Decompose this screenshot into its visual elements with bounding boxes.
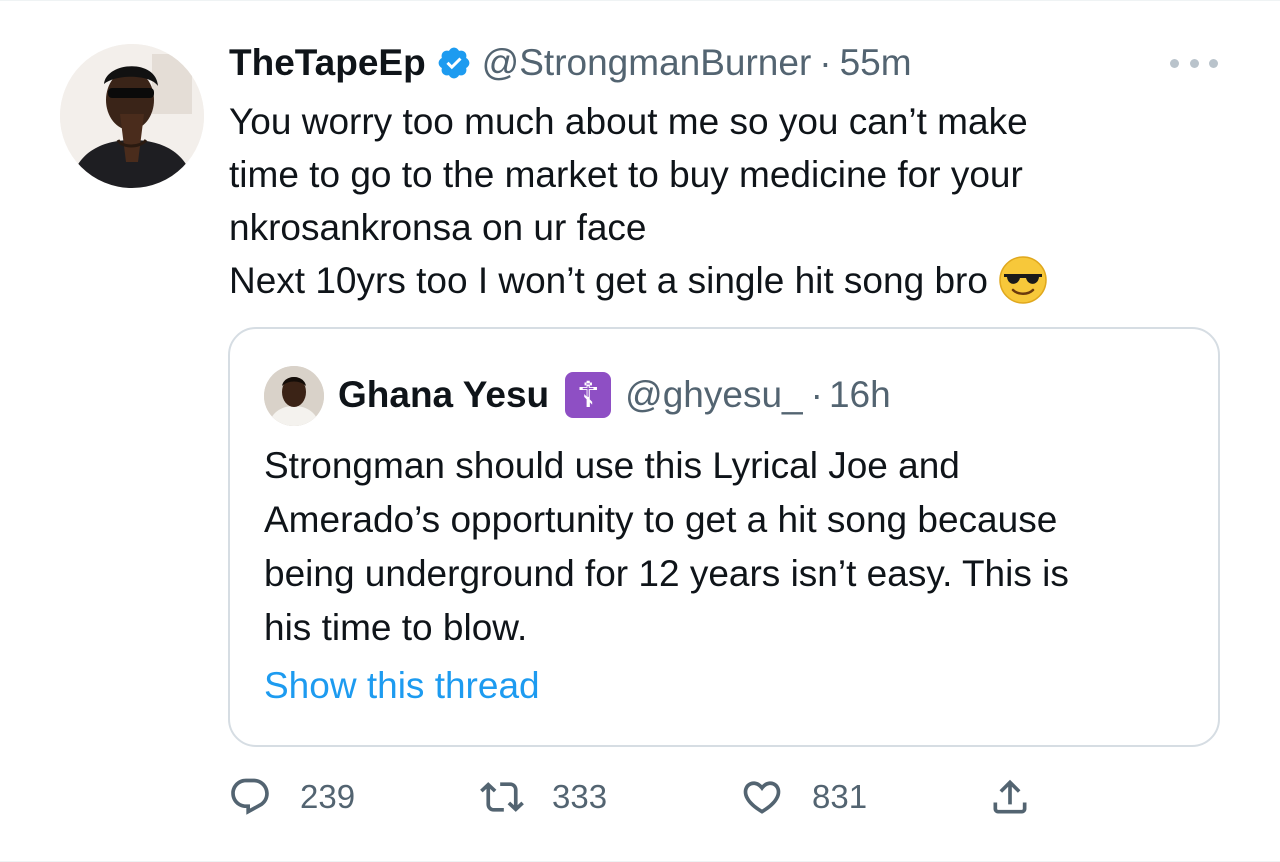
quoted-handle[interactable]: @ghyesu_ — [625, 374, 802, 416]
more-options-icon[interactable] — [1170, 49, 1218, 77]
tweet-actions-bar: 239 333 831 — [228, 771, 1128, 823]
quoted-text-line: his time to blow. — [264, 607, 528, 648]
heart-icon — [743, 781, 781, 814]
tweet-timestamp[interactable]: 55m — [840, 37, 912, 89]
reply-count: 239 — [300, 778, 356, 815]
retweet-count: 333 — [552, 778, 608, 815]
quoted-text-line: Amerado’s opportunity to get a hit song … — [264, 499, 1058, 540]
retweet-icon — [480, 782, 524, 812]
share-icon — [993, 779, 1027, 814]
author-avatar[interactable] — [60, 44, 204, 188]
quoted-author-avatar[interactable] — [264, 366, 324, 426]
tweet-text-line: You worry too much about me so you can’t… — [229, 101, 1028, 142]
tweet-text-line: Next 10yrs too I won’t get a single hit … — [229, 260, 988, 301]
show-thread-link[interactable]: Show this thread — [264, 659, 540, 713]
quoted-tweet-text: Strongman should use this Lyrical Joe an… — [264, 439, 1204, 655]
tweet-text-line: nkrosankronsa on ur face — [229, 207, 647, 248]
quoted-display-name[interactable]: Ghana Yesu — [338, 374, 549, 416]
quoted-tweet-header: Ghana Yesu ☦ @ghyesu_ · 16h — [338, 369, 891, 421]
quoted-header-separator: · — [810, 374, 823, 415]
header-separator: · — [819, 42, 832, 83]
tweet-text: You worry too much about me so you can’t… — [229, 95, 1229, 307]
tweet-header: TheTapeEp @StrongmanBurner · 55m — [229, 37, 912, 89]
tweet-card[interactable]: TheTapeEp @StrongmanBurner · 55m You wor… — [0, 0, 1280, 862]
profile-photo-icon — [60, 44, 204, 188]
verified-badge-icon — [436, 45, 472, 81]
reply-button[interactable]: 239 — [228, 771, 355, 823]
quoted-tweet[interactable]: Ghana Yesu ☦ @ghyesu_ · 16h Strongman sh… — [228, 327, 1220, 747]
reply-icon — [231, 778, 269, 815]
author-handle[interactable]: @StrongmanBurner — [482, 37, 812, 89]
tweet-text-line: time to go to the market to buy medicine… — [229, 154, 1023, 195]
quoted-text-line: Strongman should use this Lyrical Joe an… — [264, 445, 960, 486]
quoted-timestamp[interactable]: 16h — [829, 374, 891, 416]
retweet-button[interactable]: 333 — [480, 771, 607, 823]
share-button[interactable] — [988, 771, 1032, 823]
like-count: 831 — [812, 778, 868, 815]
profile-photo-icon — [264, 366, 324, 426]
orthodox-cross-icon: ☦ — [565, 372, 612, 418]
quoted-text-line: being underground for 12 years isn’t eas… — [264, 553, 1069, 594]
like-button[interactable]: 831 — [740, 771, 867, 823]
author-display-name[interactable]: TheTapeEp — [229, 37, 426, 89]
sunglasses-emoji-icon — [999, 256, 1047, 304]
tweet-text-last-line: Next 10yrs too I won’t get a single hit … — [229, 254, 1229, 307]
